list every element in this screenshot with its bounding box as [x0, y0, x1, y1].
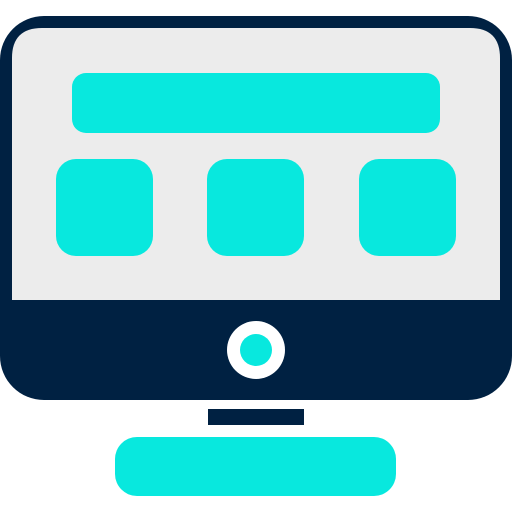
tile-center — [207, 159, 304, 256]
tile-right — [359, 159, 456, 256]
header-bar — [72, 73, 440, 133]
icon-canvas — [0, 0, 512, 512]
stand-neck — [208, 409, 304, 425]
stand-base — [115, 437, 396, 496]
power-button-light — [240, 334, 272, 366]
tile-left — [56, 159, 153, 256]
desktop-monitor-icon — [0, 16, 512, 496]
